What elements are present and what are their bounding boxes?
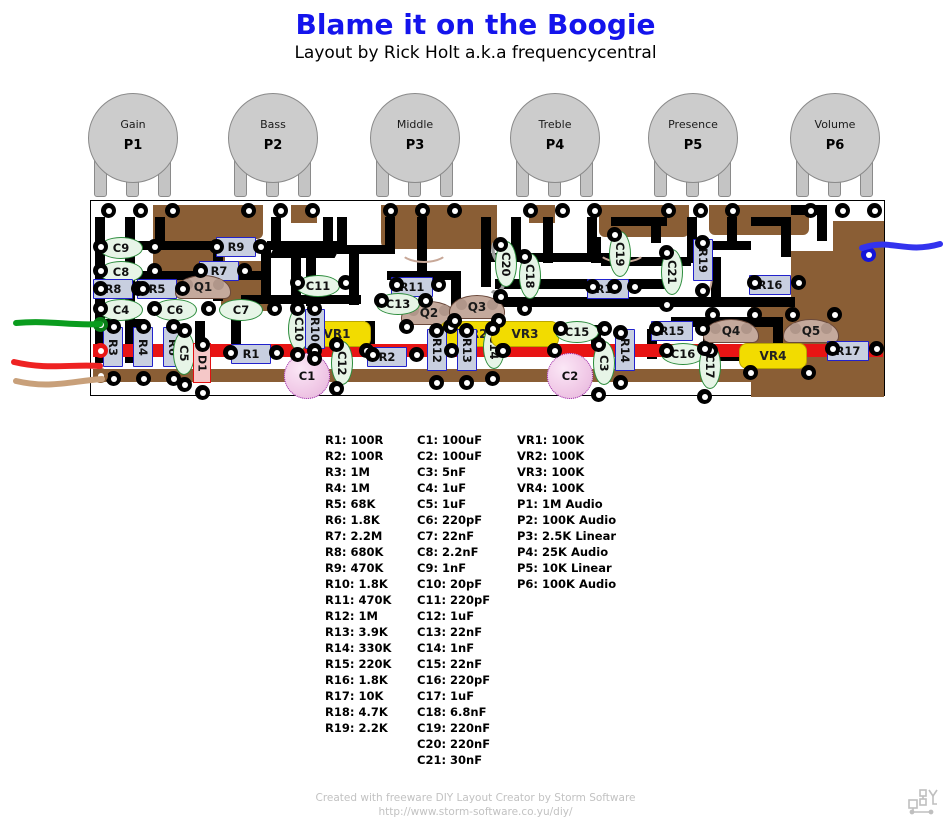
bom-row-capacitor: C5: 1uF — [417, 497, 467, 511]
bom-row-other: P2: 100K Audio — [517, 513, 617, 527]
bom-row-capacitor: C15: 22nF — [417, 657, 483, 671]
footer-url[interactable]: http://www.storm-software.co.yu/diy/ — [0, 805, 951, 819]
bom-row-other: P1: 1M Audio — [517, 497, 603, 511]
bom-row-capacitor: C14: 1nF — [417, 641, 475, 655]
bom-row-other: P3: 2.5K Linear — [517, 529, 617, 543]
bom-row-capacitor: C7: 22nF — [417, 529, 475, 543]
bom-row-capacitor: C9: 1nF — [417, 561, 467, 575]
bom-row-capacitor: C3: 5nF — [417, 465, 467, 479]
bom-row-capacitor: C20: 220nF — [417, 737, 491, 751]
bom-row-capacitor: C2: 100uF — [417, 449, 483, 463]
footer-credit: Created with freeware DIY Layout Creator… — [315, 792, 636, 804]
bom-row-capacitor: C8: 2.2nF — [417, 545, 479, 559]
bom-row-resistor: R12: 1M — [325, 609, 378, 623]
bom-row-other: VR2: 100K — [517, 449, 585, 463]
bom-row-capacitor: C12: 1uF — [417, 609, 475, 623]
ground-wire-brown — [13, 376, 105, 388]
bom-row-other: VR1: 100K — [517, 433, 585, 447]
power-wire-red — [11, 359, 103, 370]
bom-row-capacitor: C6: 220pF — [417, 513, 483, 527]
footer: Created with freeware DIY Layout Creator… — [0, 791, 951, 819]
bom-row-resistor: R17: 10K — [325, 689, 384, 703]
bom-row-other: P5: 10K Linear — [517, 561, 612, 575]
bom-row-resistor: R15: 220K — [325, 657, 392, 671]
bom-row-capacitor: C13: 22nF — [417, 625, 483, 639]
bom-row-resistor: R14: 330K — [325, 641, 392, 655]
bom-row-resistor: R9: 470K — [325, 561, 384, 575]
bom-row-resistor: R13: 3.9K — [325, 625, 388, 639]
bom-row-capacitor: C4: 1uF — [417, 481, 467, 495]
bom-row-resistor: R18: 4.7K — [325, 705, 388, 719]
storm-software-logo-icon — [908, 789, 938, 815]
bom-row-resistor: R2: 100R — [325, 449, 384, 463]
bom-row-resistor: R10: 1.8K — [325, 577, 388, 591]
bom-row-other: VR4: 100K — [517, 481, 585, 495]
bom-row-capacitor: C11: 220pF — [417, 593, 491, 607]
bom-row-capacitor: C10: 20pF — [417, 577, 483, 591]
bom-row-capacitor: C21: 30nF — [417, 753, 483, 767]
bom-row-other: P6: 100K Audio — [517, 577, 617, 591]
bom-row-resistor: R7: 2.2M — [325, 529, 383, 543]
bom-others-column: VR1: 100K VR2: 100K VR3: 100K VR4: 100K P1: … — [517, 432, 637, 768]
bom-row-resistor: R5: 68K — [325, 497, 376, 511]
bom-row-resistor: R6: 1.8K — [325, 513, 380, 527]
bill-of-materials: R1: 100R R2: 100R R3: 1M R4: 1M R5: 68K R6: 1… — [325, 432, 637, 768]
output-wire-blue — [859, 241, 943, 251]
bom-row-resistor: R8: 680K — [325, 545, 384, 559]
bom-row-resistor: R3: 1M — [325, 465, 370, 479]
input-wire-green — [13, 319, 103, 328]
bom-row-other: P4: 25K Audio — [517, 545, 609, 559]
bom-row-other: VR3: 100K — [517, 465, 585, 479]
bom-row-resistor: R19: 2.2K — [325, 721, 388, 735]
bom-row-resistor: R4: 1M — [325, 481, 370, 495]
bom-row-capacitor: C17: 1uF — [417, 689, 475, 703]
bom-resistors-column: R1: 100R R2: 100R R3: 1M R4: 1M R5: 68K R6: 1… — [325, 432, 417, 768]
bom-row-resistor: R11: 470K — [325, 593, 392, 607]
bom-capacitors-column: C1: 100uF C2: 100uF C3: 5nF C4: 1uF C5: 1uF C… — [417, 432, 517, 768]
bom-row-capacitor: C16: 220pF — [417, 673, 491, 687]
bom-row-resistor: R16: 1.8K — [325, 673, 388, 687]
bom-row-capacitor: C18: 6.8nF — [417, 705, 487, 719]
bom-row-capacitor: C1: 100uF — [417, 433, 483, 447]
bom-row-resistor: R1: 100R — [325, 433, 384, 447]
bom-row-capacitor: C19: 220nF — [417, 721, 491, 735]
